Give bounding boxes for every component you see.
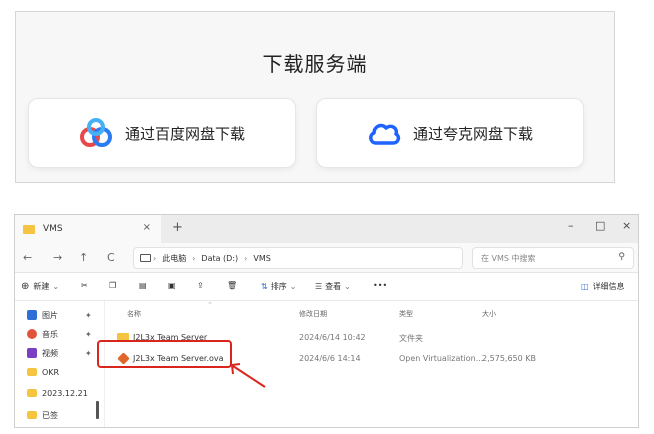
chevron-right-icon: ›: [192, 253, 196, 263]
breadcrumb-this-pc[interactable]: 此电脑: [162, 253, 186, 264]
address-bar[interactable]: › 此电脑 › Data (D:) › VMS: [133, 247, 463, 269]
music-icon: [27, 329, 37, 339]
download-panel: 下载服务端 通过百度网盘下载 通过夸克网盘下载: [15, 11, 615, 183]
view-button[interactable]: ☰ 查看 ⌄: [315, 281, 351, 292]
sidebar-item-music[interactable]: 音乐 ✦: [27, 326, 92, 342]
forward-arrow-icon[interactable]: →: [53, 251, 62, 264]
tab-vms[interactable]: VMS ×: [15, 215, 161, 243]
search-placeholder: 在 VMS 中搜索: [481, 253, 536, 263]
sidebar-item-label: 图片: [42, 310, 58, 320]
plus-circle-icon: ⊕: [21, 281, 30, 292]
videos-icon: [27, 348, 37, 358]
sort-label: 排序: [270, 282, 287, 291]
tab-close-icon[interactable]: ×: [143, 222, 151, 233]
file-modified: 2024/6/14 10:42: [299, 333, 366, 342]
chevron-right-icon: ›: [153, 253, 157, 263]
folder-icon: [23, 224, 35, 234]
column-header-size[interactable]: 大小: [482, 309, 496, 319]
sidebar-item-videos[interactable]: 视频 ✦: [27, 345, 92, 361]
sidebar-item-pictures[interactable]: 图片 ✦: [27, 307, 92, 323]
cloud-icon: [367, 116, 401, 150]
column-header-name[interactable]: 名称: [127, 309, 141, 319]
folder-icon: [27, 411, 37, 419]
minimize-button[interactable]: –: [568, 219, 574, 232]
pointer-arrow: [230, 363, 266, 388]
pin-icon: ✦: [85, 310, 92, 320]
quark-download-button[interactable]: 通过夸克网盘下载: [316, 98, 584, 168]
command-bar: ⊕ 新建 ⌄ ✂ ❐ ▤ ▣ ⇪ 🗑 ⇅ 排序 ⌄ ☰ 查看 ⌄ ••• ◫ 详…: [15, 273, 638, 301]
computer-icon: [140, 254, 151, 262]
close-window-button[interactable]: ×: [622, 219, 631, 232]
view-label: 查看: [325, 282, 342, 291]
quark-download-label: 通过夸克网盘下载: [412, 124, 533, 143]
folder-icon: [27, 368, 37, 376]
sidebar-item-signed[interactable]: 已签: [27, 407, 58, 423]
breadcrumb-vms[interactable]: VMS: [253, 254, 270, 263]
navigation-pane: 图片 ✦ 音乐 ✦ 视频 ✦ OKR 2023.12.21 已签: [15, 301, 105, 427]
sort-icon: ⇅: [261, 282, 268, 291]
sort-indicator-icon: ⌃: [207, 301, 213, 309]
chevron-down-icon: ⌄: [344, 282, 351, 291]
view-list-icon: ☰: [315, 282, 323, 291]
sidebar-item-label: 视频: [42, 348, 58, 358]
sidebar-item-label: OKR: [42, 367, 60, 377]
column-header-type[interactable]: 类型: [399, 309, 413, 319]
back-arrow-icon[interactable]: ←: [23, 251, 32, 264]
file-size: 2,575,650 KB: [482, 354, 536, 363]
breadcrumb-drive[interactable]: Data (D:): [201, 254, 238, 263]
address-bar-row: ← → ↑ C › 此电脑 › Data (D:) › VMS 在 VMS 中搜…: [15, 243, 638, 273]
details-label: 详细信息: [592, 282, 625, 291]
up-arrow-icon[interactable]: ↑: [79, 251, 88, 264]
refresh-icon[interactable]: C: [107, 251, 115, 264]
details-button[interactable]: ◫ 详细信息: [581, 281, 625, 292]
sort-button[interactable]: ⇅ 排序 ⌄: [261, 281, 296, 292]
tab-bar: VMS × + – □ ×: [15, 215, 638, 243]
baidu-netdisk-icon: [79, 116, 113, 150]
file-type: Open Virtualization...: [399, 354, 484, 363]
file-explorer-window: VMS × + – □ × ← → ↑ C › 此电脑 › Data (D:) …: [14, 214, 639, 428]
pin-icon: ✦: [85, 329, 92, 339]
sidebar-item-label: 音乐: [42, 329, 58, 339]
file-type: 文件夹: [399, 334, 423, 343]
paste-icon[interactable]: ▤: [139, 281, 147, 290]
details-pane-icon: ◫: [581, 282, 589, 291]
download-title: 下载服务端: [262, 52, 368, 76]
new-label: 新建: [33, 282, 50, 291]
maximize-button[interactable]: □: [595, 219, 605, 232]
copy-icon[interactable]: ❐: [109, 281, 116, 290]
new-button[interactable]: ⊕ 新建 ⌄: [21, 281, 59, 292]
search-icon: ⚲: [618, 252, 625, 262]
baidu-download-label: 通过百度网盘下载: [124, 124, 245, 143]
new-tab-button[interactable]: +: [172, 220, 183, 235]
pictures-icon: [27, 310, 37, 320]
column-header-modified[interactable]: 修改日期: [299, 309, 327, 319]
cut-icon[interactable]: ✂: [81, 281, 88, 290]
sidebar-item-2023-12-21[interactable]: 2023.12.21: [27, 385, 88, 401]
folder-icon: [27, 389, 37, 397]
search-input[interactable]: 在 VMS 中搜索 ⚲: [472, 247, 634, 269]
sidebar-item-okr[interactable]: OKR: [27, 364, 59, 380]
baidu-download-button[interactable]: 通过百度网盘下载: [28, 98, 296, 168]
share-icon[interactable]: ⇪: [197, 281, 204, 290]
chevron-down-icon: ⌄: [52, 282, 60, 291]
highlight-box: [97, 340, 232, 368]
sidebar-item-label: 已签: [42, 410, 58, 420]
delete-icon[interactable]: 🗑: [227, 281, 237, 290]
pin-icon: ✦: [85, 348, 92, 358]
sidebar-item-label: 2023.12.21: [42, 388, 88, 398]
sidebar-scrollbar[interactable]: [96, 401, 99, 419]
chevron-down-icon: ⌄: [289, 282, 297, 291]
tab-label: VMS: [43, 224, 63, 234]
chevron-right-icon: ›: [244, 253, 248, 263]
file-modified: 2024/6/6 14:14: [299, 354, 361, 363]
rename-icon[interactable]: ▣: [168, 281, 176, 290]
more-options-button[interactable]: •••: [373, 281, 387, 290]
